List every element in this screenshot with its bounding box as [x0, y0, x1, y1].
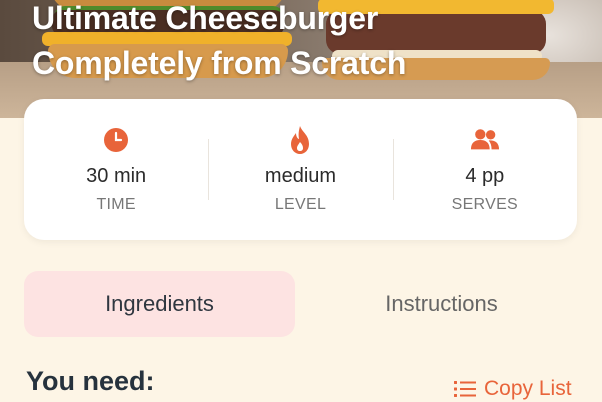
stat-level-value: medium	[264, 165, 337, 187]
stat-time: 30 min TIME	[24, 99, 208, 240]
recipe-title: Ultimate Cheeseburger Completely from Sc…	[32, 0, 406, 86]
flame-icon	[285, 125, 315, 155]
stat-level: medium LEVEL	[208, 99, 392, 240]
stat-serves-label: SERVES	[451, 196, 519, 213]
stat-time-value: 30 min	[86, 165, 147, 187]
recipe-page: Ultimate Cheeseburger Completely from Sc…	[0, 0, 602, 402]
stat-time-label: TIME	[96, 196, 136, 213]
stat-serves-value: 4 pp	[465, 165, 505, 187]
clock-icon	[101, 125, 131, 155]
copy-list-label: Copy List	[484, 377, 572, 400]
recipe-title-line-1: Ultimate Cheeseburger	[32, 0, 379, 36]
stat-serves: 4 pp SERVES	[392, 99, 577, 240]
stat-level-label: LEVEL	[274, 196, 327, 213]
people-icon	[470, 125, 500, 155]
ingredients-heading: You need:	[26, 366, 155, 396]
copy-list-button[interactable]: Copy List	[454, 377, 572, 401]
tab-instructions[interactable]: Instructions	[306, 271, 577, 337]
tab-ingredients[interactable]: Ingredients	[24, 271, 295, 337]
list-icon	[454, 380, 476, 398]
recipe-title-line-2: Completely from Scratch	[32, 45, 407, 81]
recipe-stats-card: 30 min TIME medium LEVEL 4 pp SERVES	[24, 99, 577, 240]
